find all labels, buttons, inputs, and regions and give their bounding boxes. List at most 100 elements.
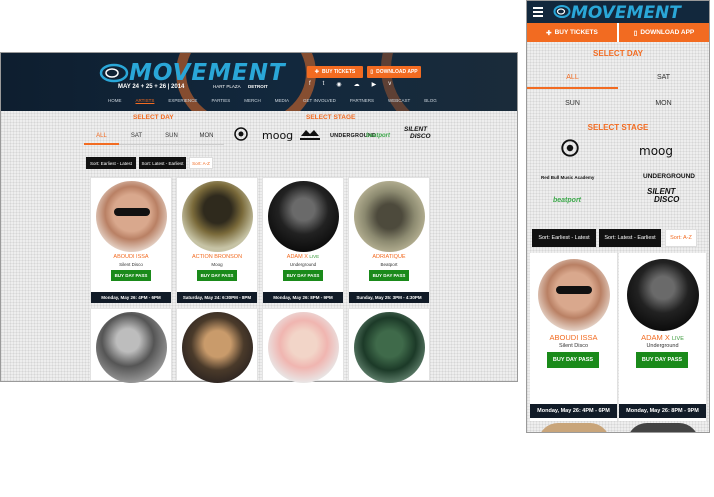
movement-logo[interactable]: MOVEMENT — [129, 60, 286, 86]
soundcloud-icon[interactable]: ☁ — [354, 81, 360, 88]
buy-tickets-button[interactable]: ✚ BUY TICKETS — [307, 66, 363, 78]
sunglasses-shape — [114, 208, 150, 216]
nav-blog[interactable]: BLOG — [417, 98, 444, 103]
sort-earliest-latest-button[interactable]: Sort: Earliest - Latest — [86, 157, 136, 169]
artist-stage: Silent Disco — [558, 343, 589, 349]
buy-day-pass-button[interactable]: BUY DAY PASS — [283, 270, 323, 281]
nav-experience[interactable]: EXPERIENCE — [161, 98, 204, 103]
day-tab-sat[interactable]: SAT — [618, 74, 709, 81]
beatport-stage-logo[interactable]: beatport — [366, 133, 390, 139]
silent-disco-stage-logo[interactable]: SILENT DISCO — [647, 188, 679, 204]
vimeo-icon[interactable]: v — [388, 81, 391, 88]
nav-media[interactable]: MEDIA — [268, 98, 296, 103]
artist-card[interactable]: ADRIATIQUE Beatport BUY DAY PASS Sunday,… — [348, 177, 430, 303]
redbull-academy-stage-logo[interactable]: Red Bull Music Academy — [541, 175, 594, 180]
phone-icon: ▯ — [370, 69, 374, 75]
artist-card[interactable]: ACTION BRONSON Moog BUY DAY PASS Saturda… — [176, 177, 258, 303]
twitter-icon[interactable]: t — [323, 81, 325, 88]
redbull-stage-icon[interactable] — [234, 127, 248, 141]
day-tab-sat[interactable]: SAT — [119, 133, 154, 145]
youtube-icon[interactable]: ▶ — [372, 81, 377, 88]
sort-az-button[interactable]: Sort: A-Z — [665, 229, 697, 247]
underground-stage-logo[interactable]: UNDERGROUND — [643, 173, 695, 180]
redbull-academy-stage-icon[interactable] — [298, 126, 322, 142]
artist-name[interactable]: ACTION BRONSON — [177, 254, 257, 260]
artist-name-text: ADAM X — [286, 254, 308, 260]
hamburger-menu-icon[interactable] — [530, 4, 546, 20]
logo-swirl-icon — [99, 63, 129, 83]
artist-card[interactable]: ADAM X LIVE Underground BUY DAY PASS Mon… — [262, 177, 344, 303]
day-tab-sun[interactable]: SUN — [527, 100, 618, 107]
buy-tickets-button[interactable]: ✚ BUY TICKETS — [527, 23, 617, 42]
facebook-icon[interactable]: f — [309, 81, 311, 88]
sort-latest-earliest-button[interactable]: Sort: Latest - Earliest — [139, 157, 186, 169]
nav-partners[interactable]: PARTNERS — [343, 98, 381, 103]
artist-name-text: ADAM X — [641, 333, 670, 342]
artist-card[interactable]: ABOUDI ISSA Silent Disco BUY DAY PASS Mo… — [530, 253, 618, 421]
buy-day-pass-button[interactable]: BUY DAY PASS — [636, 352, 688, 368]
artist-name[interactable]: ABOUDI ISSA — [530, 333, 617, 342]
instagram-icon[interactable]: ◉ — [336, 81, 341, 88]
silent-disco-stage-logo[interactable]: SILENT DISCO — [404, 126, 431, 140]
mobile-header: MOVEMENT — [527, 1, 709, 23]
artist-card[interactable] — [90, 308, 172, 383]
day-tab-all[interactable]: ALL — [527, 74, 618, 81]
site-header: MOVEMENT MAY 24 + 25 + 26 | 2014 HART PL… — [1, 53, 517, 111]
redbull-stage-icon[interactable] — [561, 139, 579, 157]
artist-name[interactable]: ADAM X LIVE — [263, 254, 343, 260]
artist-stage: Silent Disco — [119, 262, 143, 267]
artist-date: Monday, May 26: 8PM - 9PM — [619, 404, 706, 418]
artist-name[interactable]: ADAM X LIVE — [619, 333, 706, 342]
sort-latest-earliest-button[interactable]: Sort: Latest - Earliest — [599, 229, 661, 247]
festival-dates: MAY 24 + 25 + 26 | 2014 — [118, 84, 185, 90]
artist-photo — [268, 312, 339, 383]
download-app-button[interactable]: ▯ DOWNLOAD APP — [619, 23, 709, 42]
movement-logo[interactable]: MOVEMENT — [571, 3, 681, 23]
desktop-preview: MOVEMENT MAY 24 + 25 + 26 | 2014 HART PL… — [0, 52, 518, 382]
artist-name[interactable]: ABOUDI ISSA — [91, 254, 171, 260]
artist-date: Saturday, May 24: 6:30PM - 8PM — [177, 292, 257, 303]
live-badge: LIVE — [309, 254, 320, 259]
nav-webcast[interactable]: WEBCAST — [381, 98, 417, 103]
day-tab-sun[interactable]: SUN — [154, 133, 189, 145]
buy-day-pass-button[interactable]: BUY DAY PASS — [547, 352, 599, 368]
mobile-preview: MOVEMENT ✚ BUY TICKETS ▯ DOWNLOAD APP SE… — [526, 0, 710, 433]
artist-stage: Moog — [211, 262, 223, 267]
buy-day-pass-button[interactable]: BUY DAY PASS — [111, 270, 151, 281]
artist-card[interactable] — [348, 308, 430, 383]
artist-photo — [354, 312, 425, 383]
artist-card[interactable] — [176, 308, 258, 383]
artist-card[interactable]: ABOUDI ISSA Silent Disco BUY DAY PASS Mo… — [90, 177, 172, 303]
buy-day-pass-button[interactable]: BUY DAY PASS — [197, 270, 237, 281]
artist-date: Sunday, May 25: 3PM - 4:30PM — [349, 292, 429, 303]
buy-tickets-label: BUY TICKETS — [321, 69, 356, 75]
nav-home[interactable]: HOME — [101, 98, 129, 103]
logo-swirl-icon — [553, 5, 571, 18]
buy-day-pass-button[interactable]: BUY DAY PASS — [369, 270, 409, 281]
download-app-label: DOWNLOAD APP — [640, 29, 695, 36]
artist-photo-partial — [627, 423, 699, 432]
artist-card[interactable]: ADAM X LIVE Underground BUY DAY PASS Mon… — [619, 253, 707, 421]
artist-name[interactable]: ADRIATIQUE — [349, 254, 429, 260]
artist-photo — [538, 259, 610, 331]
artist-photo — [182, 181, 253, 252]
artist-card[interactable] — [262, 308, 344, 383]
moog-stage-logo[interactable]: moog — [639, 144, 673, 158]
main-nav: HOME ARTISTS EXPERIENCE PARTIES MERCH ME… — [101, 98, 444, 103]
day-tab-mon[interactable]: MON — [189, 133, 224, 145]
nav-get-involved[interactable]: GET INVOLVED — [296, 98, 343, 103]
nav-parties[interactable]: PARTIES — [204, 98, 237, 103]
day-tab-all[interactable]: ALL — [84, 133, 119, 145]
beatport-stage-logo[interactable]: beatport — [553, 197, 581, 204]
artist-photo — [627, 259, 699, 331]
ticket-icon: ✚ — [314, 69, 319, 75]
sort-az-button[interactable]: Sort: A-Z — [189, 157, 213, 169]
sort-earliest-latest-button[interactable]: Sort: Earliest - Latest — [532, 229, 596, 247]
select-day-heading: SELECT DAY — [133, 114, 174, 121]
nav-artists[interactable]: ARTISTS — [129, 98, 162, 103]
nav-merch[interactable]: MERCH — [237, 98, 268, 103]
download-app-button[interactable]: ▯ DOWNLOAD APP — [367, 66, 421, 78]
day-tab-mon[interactable]: MON — [618, 100, 709, 107]
ticket-icon: ✚ — [546, 29, 552, 37]
moog-stage-logo[interactable]: moog — [262, 129, 293, 142]
